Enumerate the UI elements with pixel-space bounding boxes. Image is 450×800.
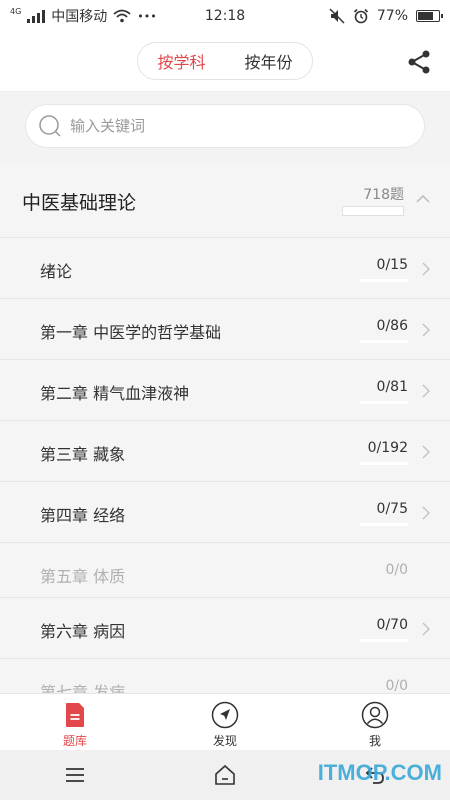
chapter-row[interactable]: 第六章 病因 0/70 — [0, 598, 450, 659]
category-switch: 按学科 按年份 — [137, 42, 313, 80]
search-box[interactable] — [25, 104, 425, 148]
subject-count: 718题 — [363, 187, 404, 203]
chapter-progress-bar — [360, 401, 408, 404]
battery-percent: 77% — [376, 8, 408, 24]
tab-question-bank[interactable]: 题库 — [0, 694, 150, 750]
chapter-progress-text: 0/86 — [376, 318, 408, 334]
tab-label: 我 — [368, 734, 381, 748]
chapter-row[interactable]: 第一章 中医学的哲学基础 0/86 — [0, 299, 450, 360]
chapter-progress-text: 0/0 — [385, 562, 408, 578]
chapter-progress-text: 0/81 — [376, 379, 408, 395]
chapter-progress-bar — [360, 279, 408, 282]
tab-me[interactable]: 我 — [300, 694, 450, 750]
share-icon[interactable] — [406, 49, 432, 75]
user-icon — [361, 701, 389, 729]
subject-title: 中医基础理论 — [22, 192, 137, 214]
chevron-right-icon — [422, 323, 430, 337]
chapter-row[interactable]: 绪论 0/15 — [0, 238, 450, 299]
tab-label: 题库 — [62, 734, 87, 748]
status-right: 77% — [329, 8, 443, 24]
search-input[interactable] — [70, 117, 390, 135]
chapter-label: 第六章 病因 — [40, 622, 126, 641]
chapter-row[interactable]: 第三章 藏象 0/192 — [0, 421, 450, 482]
tab-by-subject[interactable]: 按学科 — [138, 43, 225, 79]
alarm-icon — [353, 8, 368, 24]
chapter-label: 第四章 经络 — [40, 506, 126, 525]
tab-label: 发现 — [212, 734, 237, 748]
chapter-label: 绪论 — [40, 262, 73, 281]
chevron-right-icon — [422, 622, 430, 636]
home-icon[interactable] — [213, 763, 237, 787]
watermark: ITMOP.COM — [317, 760, 442, 785]
chapter-progress-text: 0/0 — [385, 678, 408, 693]
menu-icon[interactable] — [63, 763, 87, 787]
chapter-progress-text: 0/75 — [376, 501, 408, 517]
chapter-row: 第七章 发病 0/0 — [0, 659, 450, 693]
carrier-name: 中国移动 — [51, 9, 108, 25]
bottom-tab-bar: 题库 发现 我 — [0, 693, 450, 750]
battery-icon — [416, 10, 443, 22]
subject-progress-bar — [342, 206, 404, 216]
wifi-icon — [113, 9, 131, 23]
chevron-right-icon — [422, 262, 430, 276]
search-area — [0, 92, 450, 162]
chapter-progress-text: 0/192 — [367, 440, 408, 456]
chapter-progress-text: 0/70 — [376, 617, 408, 633]
chapter-progress-bar — [360, 639, 408, 642]
tab-by-year[interactable]: 按年份 — [225, 43, 312, 79]
chapter-label: 第三章 藏象 — [40, 445, 126, 464]
chevron-right-icon — [422, 506, 430, 520]
search-icon — [39, 115, 61, 137]
chapter-label: 第七章 发病 — [40, 683, 126, 693]
chapter-row: 第五章 体质 0/0 — [0, 543, 450, 598]
chapter-list: 绪论 0/15 第一章 中医学的哲学基础 0/86 第二章 精气血津液神 0/81 第三章 … — [0, 238, 450, 693]
status-more: ••• — [137, 9, 157, 23]
chapter-label: 第一章 中医学的哲学基础 — [40, 323, 222, 342]
signal-icon — [27, 9, 46, 23]
status-left: 4G 中国移动 ••• — [10, 6, 157, 26]
chevron-right-icon — [422, 384, 430, 398]
chevron-up-icon[interactable] — [416, 194, 430, 204]
chapter-progress-text: 0/15 — [376, 257, 408, 273]
network-type: 4G — [10, 7, 22, 16]
chapter-row[interactable]: 第二章 精气血津液神 0/81 — [0, 360, 450, 421]
document-icon — [66, 703, 84, 727]
status-bar: 4G 中国移动 ••• 12:18 77% — [0, 0, 450, 32]
chapter-label: 第二章 精气血津液神 — [40, 384, 190, 403]
chapter-progress-bar — [360, 523, 408, 526]
tab-discover[interactable]: 发现 — [150, 694, 300, 750]
header: 按学科 按年份 — [0, 32, 450, 92]
chevron-right-icon — [422, 445, 430, 459]
chapter-progress-bar — [360, 340, 408, 343]
chapter-row[interactable]: 第四章 经络 0/75 — [0, 482, 450, 543]
chapter-progress-bar — [360, 462, 408, 465]
mute-icon — [329, 8, 345, 24]
compass-icon — [211, 701, 239, 729]
subject-header[interactable]: 中医基础理论 718题 — [0, 162, 450, 238]
chapter-label: 第五章 体质 — [40, 567, 126, 586]
